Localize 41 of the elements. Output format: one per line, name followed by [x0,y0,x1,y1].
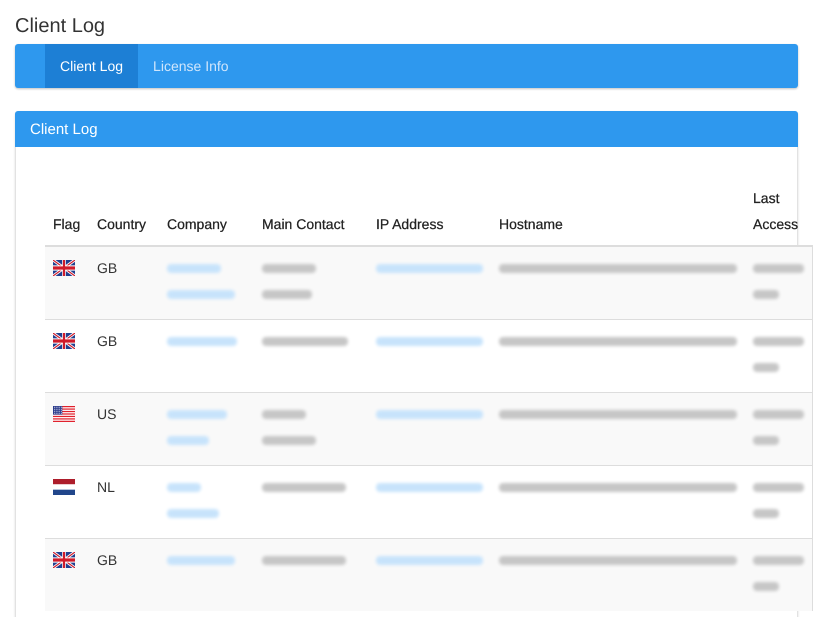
country-code: GB [97,552,118,568]
redacted-link[interactable] [167,482,201,492]
redacted-text [753,582,779,590]
uk-flag-icon [53,260,75,276]
redacted-text [262,264,316,272]
page-title: Client Log [15,14,106,39]
redacted-text [753,264,804,272]
redacted-text [753,362,779,372]
redacted-link[interactable] [167,264,221,272]
redacted-text [753,436,779,444]
redacted-link[interactable] [167,436,209,444]
tab[interactable]: Client Log [45,44,138,88]
redacted-link[interactable] [167,290,235,298]
tab[interactable]: License Info [138,44,244,88]
redacted-text [753,290,779,298]
uk-flag-icon [53,552,75,568]
redacted-link[interactable] [376,264,483,272]
country-code: NL [97,479,115,495]
redacted-text [753,410,804,418]
country-code: GB [97,333,118,349]
country-code: US [97,406,116,422]
redacted-text [753,336,804,346]
panel-title: Client Log [30,120,98,138]
redacted-link[interactable] [167,410,227,418]
redacted-text [262,410,306,418]
redacted-text [262,436,316,444]
redacted-link[interactable] [167,336,237,346]
redacted-text [262,290,312,298]
redacted-text [753,508,779,518]
country-code: GB [97,260,118,276]
redacted-link[interactable] [376,482,483,492]
redacted-link[interactable] [376,336,483,346]
redacted-link[interactable] [376,410,483,418]
redacted-text [753,556,804,564]
redacted-link[interactable] [167,556,235,564]
redacted-text [753,482,804,492]
redacted-link[interactable] [167,508,219,518]
us-flag-icon [53,406,75,422]
redacted-link[interactable] [376,556,483,564]
uk-flag-icon [53,333,75,349]
netherlands-flag-icon [53,479,75,495]
